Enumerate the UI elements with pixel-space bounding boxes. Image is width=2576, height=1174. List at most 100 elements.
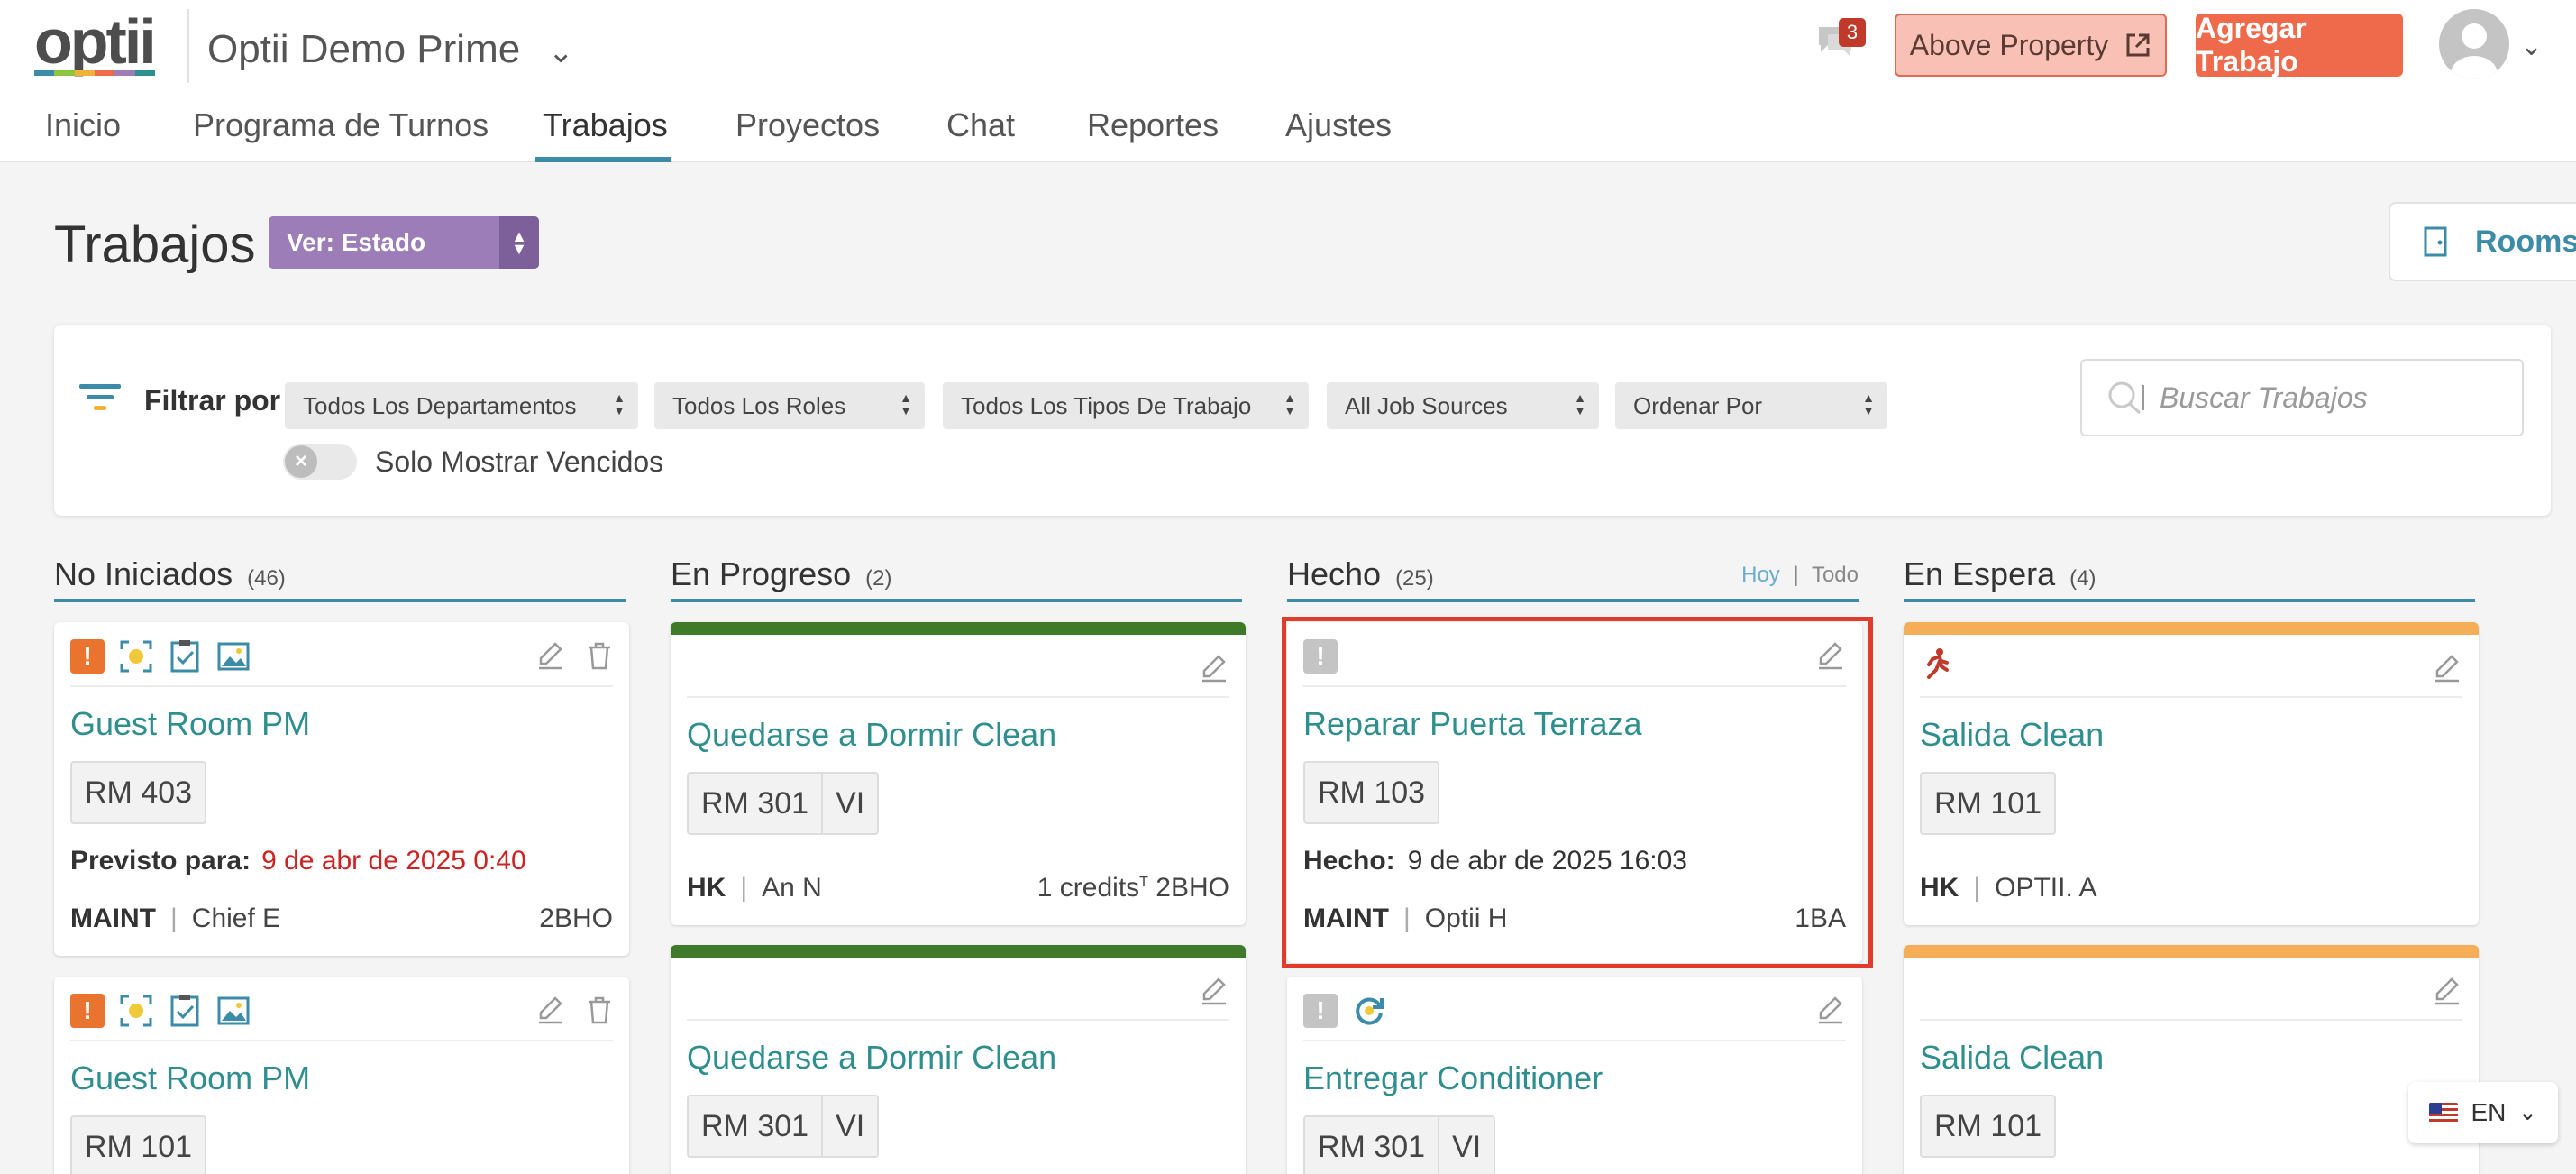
trash-icon[interactable]: [586, 640, 613, 671]
job-sources-filter[interactable]: All Job Sources ▲ ▼: [1327, 382, 1599, 429]
room-number: RM 301: [701, 786, 809, 821]
room-status: VI: [821, 774, 877, 833]
room-tag: RM 403: [70, 761, 207, 824]
nav-ajustes[interactable]: Ajustes: [1285, 106, 1392, 162]
select-arrows-icon: ▲ ▼: [499, 216, 539, 269]
job-card[interactable]: ! Guest Room PM RM 403 Previsto para: 9 d…: [54, 622, 629, 956]
filter-bar: Filtrar por Todos Los Departamentos ▲ ▼ T…: [54, 325, 2551, 516]
pencil-icon[interactable]: [2432, 976, 2462, 1006]
pencil-icon[interactable]: [535, 995, 566, 1025]
header-divider: [187, 9, 189, 83]
column-done: Hecho (25) Hoy | Todo: [1287, 555, 1859, 602]
column-title: No Iniciados: [54, 555, 233, 592]
status-bar: [1904, 945, 2479, 958]
department: HK: [687, 873, 726, 903]
card-actions: [1199, 976, 1229, 1006]
nav-proyectos[interactable]: Proyectos: [735, 106, 880, 162]
pencil-icon[interactable]: [2432, 653, 2462, 683]
column-title: Hecho: [1287, 555, 1382, 592]
column-count: (2): [865, 566, 892, 591]
add-job-button[interactable]: Agregar Trabajo: [2196, 12, 2403, 78]
nav-trabajos[interactable]: Trabajos: [543, 106, 668, 162]
logo-color-bar: [34, 70, 155, 76]
job-code: 2BHO: [539, 903, 613, 933]
order-filter[interactable]: Ordenar Por ▲ ▼: [1615, 382, 1887, 429]
select-arrows-icon: ▲ ▼: [1283, 390, 1296, 417]
room-number: RM 101: [1934, 786, 2042, 821]
overdue-toggle-label: Solo Mostrar Vencidos: [375, 445, 664, 478]
pencil-icon[interactable]: [1199, 976, 1229, 1006]
language-selector[interactable]: EN ⌄: [2408, 1082, 2558, 1143]
card-footer: MAINT | Chief E 2BHO: [70, 903, 613, 934]
select-arrows-icon: ▲ ▼: [1862, 390, 1875, 417]
select-arrows-icon: ▲ ▼: [613, 390, 626, 417]
credits-value: 1 credits: [1037, 873, 1140, 903]
exclamation-icon: !: [1303, 994, 1338, 1028]
credits-sup: T: [1139, 875, 1148, 890]
job-title[interactable]: Entregar Conditioner: [1303, 1059, 1603, 1097]
card-separator: [1920, 1019, 2462, 1021]
roles-filter[interactable]: Todos Los Roles ▲ ▼: [654, 382, 925, 429]
overdue-toggle[interactable]: ×: [283, 444, 357, 480]
room-tag: RM 101: [1920, 1095, 2057, 1158]
nav-reportes[interactable]: Reportes: [1087, 106, 1219, 162]
status-bar: [671, 622, 1246, 635]
property-name[interactable]: Optii Demo Prime: [207, 27, 520, 72]
job-title[interactable]: Quedarse a Dormir Clean: [687, 716, 1056, 754]
room-tag: RM 101: [1920, 772, 2057, 835]
user-avatar-icon[interactable]: [2439, 9, 2509, 79]
chevron-down-icon[interactable]: ⌄: [2520, 31, 2543, 62]
job-card[interactable]: Quedarse a Dormir Clean RM 301 VI: [671, 945, 1246, 1174]
card-icons: !: [1303, 993, 1386, 1029]
above-property-button[interactable]: Above Property: [1895, 14, 2167, 77]
card-icons: [1920, 646, 1954, 682]
door-icon: [2424, 226, 2447, 257]
card-actions: [1815, 995, 1846, 1025]
nav-inicio[interactable]: Inicio: [45, 106, 121, 162]
job-types-filter[interactable]: Todos Los Tipos De Trabajo ▲ ▼: [943, 382, 1309, 429]
job-card[interactable]: ! Entregar Conditioner RM 301 VI: [1287, 977, 1862, 1174]
job-title[interactable]: Guest Room PM: [70, 1059, 310, 1097]
job-card[interactable]: Salida Clean RM 101 HK | OPTII. A: [1904, 622, 2479, 925]
chevron-down-icon[interactable]: ⌄: [548, 34, 574, 70]
job-card[interactable]: ! Guest Room PM RM 101: [54, 977, 629, 1174]
job-code: 2BHO: [1156, 873, 1229, 903]
job-card[interactable]: Quedarse a Dormir Clean RM 301 VI HK | An N…: [671, 622, 1246, 925]
column-on-hold: En Espera (4): [1904, 555, 2475, 602]
nav-programa-de-turnos[interactable]: Programa de Turnos: [193, 106, 489, 162]
app-header: optii Optii Demo Prime ⌄ 3 Above Propert…: [0, 0, 2576, 162]
nav-chat[interactable]: Chat: [946, 106, 1015, 162]
pencil-icon[interactable]: [535, 640, 566, 671]
credits: 1 creditsT 2BHO: [1037, 873, 1229, 903]
job-title[interactable]: Quedarse a Dormir Clean: [687, 1039, 1056, 1077]
refresh-icon: [1356, 997, 1384, 1025]
card-footer: HK | An N 1 creditsT 2BHO: [687, 873, 1229, 903]
rooms-button-label: Rooms: [2475, 224, 2576, 259]
link-today[interactable]: Hoy: [1741, 563, 1780, 587]
logo-text: optii: [34, 6, 157, 77]
checklist-icon: [170, 995, 199, 1027]
pencil-icon[interactable]: [1199, 653, 1229, 683]
job-card[interactable]: Salida Clean RM 101: [1904, 945, 2479, 1174]
job-title[interactable]: Salida Clean: [1920, 1039, 2104, 1077]
filter-icon: [79, 384, 121, 410]
link-all[interactable]: Todo: [1812, 563, 1859, 587]
column-in-progress: En Progreso (2): [671, 555, 1242, 602]
job-types-filter-value: Todos Los Tipos De Trabajo: [961, 391, 1252, 419]
card-separator: [687, 1019, 1229, 1021]
view-select[interactable]: Ver: Estado ▲ ▼: [269, 216, 539, 269]
card-actions: [1199, 653, 1229, 683]
rooms-button[interactable]: Rooms: [2389, 202, 2576, 281]
column-count: (4): [2069, 566, 2096, 591]
job-title[interactable]: Salida Clean: [1920, 716, 2104, 754]
status-bar: [1904, 622, 2479, 635]
job-title[interactable]: Guest Room PM: [70, 705, 310, 743]
pencil-icon[interactable]: [1815, 995, 1846, 1025]
trash-icon[interactable]: [586, 995, 613, 1025]
room-number: RM 101: [85, 1130, 193, 1164]
optii-logo[interactable]: optii: [34, 6, 157, 77]
department-filter[interactable]: Todos Los Departamentos ▲ ▼: [285, 382, 638, 429]
select-arrows-icon: ▲ ▼: [1574, 390, 1586, 417]
active-tab-indicator: [535, 157, 671, 162]
search-input[interactable]: Buscar Trabajos: [2080, 359, 2524, 436]
